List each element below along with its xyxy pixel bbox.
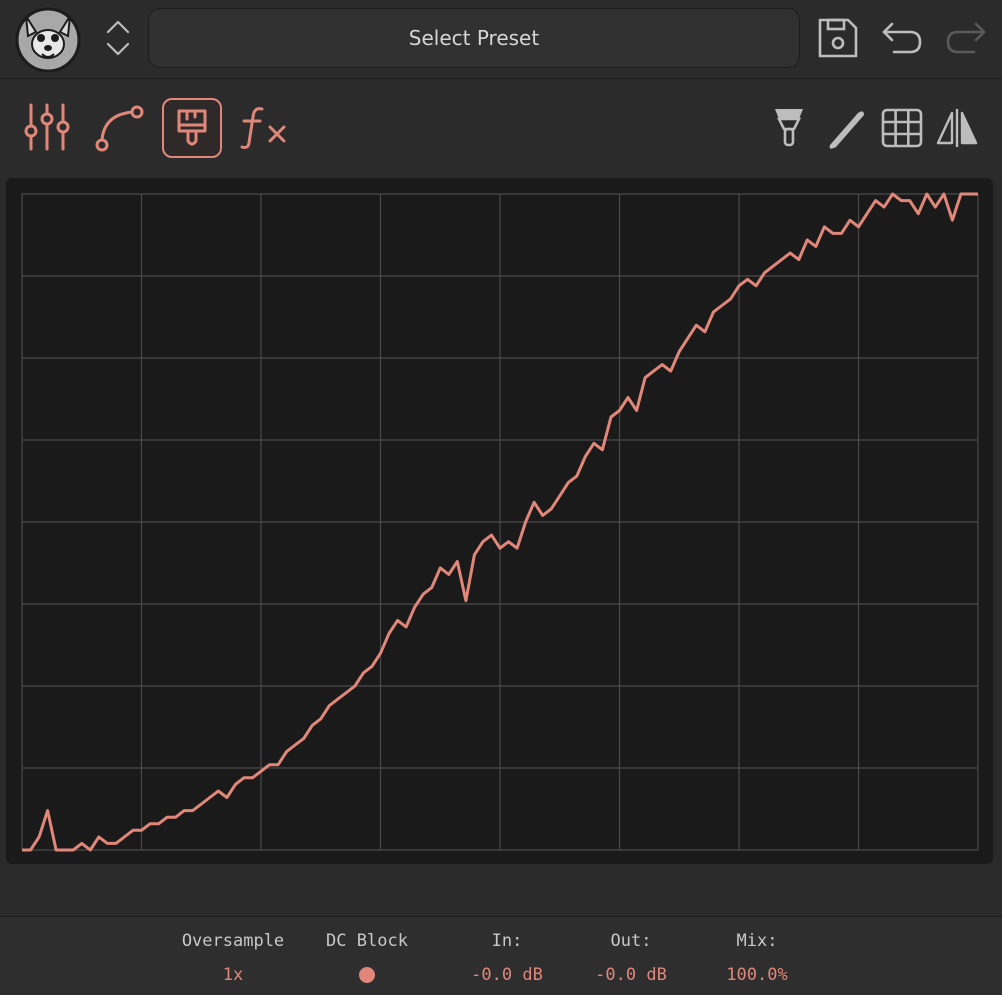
curve-icon[interactable]: [94, 103, 146, 153]
mix-label: Mix:: [736, 931, 778, 951]
preset-label: Select Preset: [408, 26, 540, 50]
brush-tool-button[interactable]: [162, 98, 222, 158]
chevron-updown-icon[interactable]: [104, 16, 132, 60]
status-footer: Oversample 1x DC Block In: -0.0 dB Out: …: [0, 916, 1002, 995]
pencil-icon[interactable]: [824, 105, 868, 151]
graph-grid: [21, 193, 979, 851]
fox-logo-icon[interactable]: [14, 6, 82, 72]
paint-bucket-icon[interactable]: [772, 105, 806, 151]
oversample-value[interactable]: 1x: [163, 965, 303, 985]
dc-block-toggle[interactable]: [359, 967, 375, 983]
undo-icon[interactable]: [878, 14, 926, 62]
oversample-label: Oversample: [181, 931, 285, 951]
mirror-icon[interactable]: [934, 107, 980, 149]
waveshaper-graph[interactable]: [6, 178, 993, 864]
mix-value[interactable]: 100.0%: [687, 965, 827, 985]
redo-icon[interactable]: [942, 14, 990, 62]
tool-row: [0, 79, 1002, 177]
transfer-curve-plot[interactable]: [6, 178, 993, 864]
preset-selector[interactable]: Select Preset: [148, 8, 800, 68]
save-icon[interactable]: [814, 14, 862, 62]
in-value[interactable]: -0.0 dB: [437, 965, 577, 985]
top-bar: Select Preset: [0, 0, 1002, 79]
sliders-icon[interactable]: [22, 101, 72, 153]
fx-icon[interactable]: [240, 103, 292, 153]
dc-block-label: DC Block: [326, 931, 408, 951]
out-label: Out:: [610, 931, 652, 951]
brush-icon: [177, 109, 207, 146]
grid-icon[interactable]: [880, 107, 924, 149]
in-label: In:: [491, 931, 523, 951]
out-value[interactable]: -0.0 dB: [561, 965, 701, 985]
